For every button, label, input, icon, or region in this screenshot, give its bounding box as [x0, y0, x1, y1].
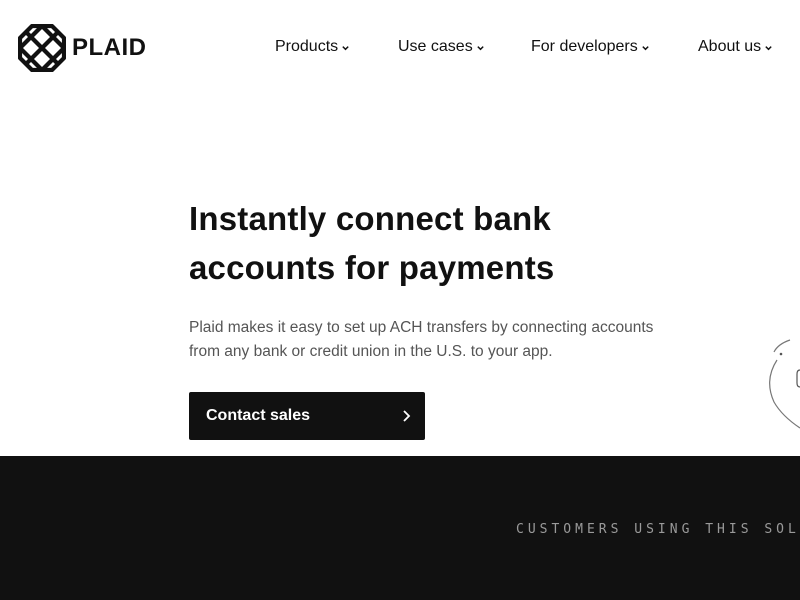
site-header: PLAID Products Use cases For developers … — [0, 0, 800, 96]
nav-use-cases-label: Use cases — [398, 38, 473, 55]
chevron-down-icon — [476, 45, 484, 50]
hero-illustration — [769, 339, 800, 429]
hero-title-line-1: Instantly connect bank — [189, 200, 551, 237]
hero-subtitle: Plaid makes it easy to set up ACH transf… — [189, 319, 654, 360]
hero-title-line-2: accounts for payments — [189, 249, 555, 286]
chevron-right-icon — [403, 410, 411, 422]
nav-products[interactable]: Products — [275, 38, 350, 56]
contact-sales-button[interactable]: Contact sales — [189, 392, 425, 440]
contact-sales-label: Contact sales — [206, 407, 311, 424]
chevron-down-icon — [342, 45, 349, 50]
nav-for-developers-label: For developers — [531, 38, 638, 55]
nav-use-cases[interactable]: Use cases — [398, 38, 485, 56]
hero-section: Instantly connect bank accounts for paym… — [189, 194, 669, 364]
main-nav: Products Use cases For developers About … — [0, 38, 800, 58]
chevron-down-icon — [642, 45, 649, 50]
chevron-down-icon — [765, 45, 772, 50]
nav-for-developers[interactable]: For developers — [531, 38, 650, 56]
hero-title: Instantly connect bank accounts for paym… — [189, 194, 669, 292]
customers-section-label: CUSTOMERS USING THIS SOLUT — [516, 522, 800, 537]
nav-products-label: Products — [275, 38, 339, 55]
nav-about-us[interactable]: About us — [698, 38, 773, 56]
nav-about-us-label: About us — [698, 38, 762, 55]
